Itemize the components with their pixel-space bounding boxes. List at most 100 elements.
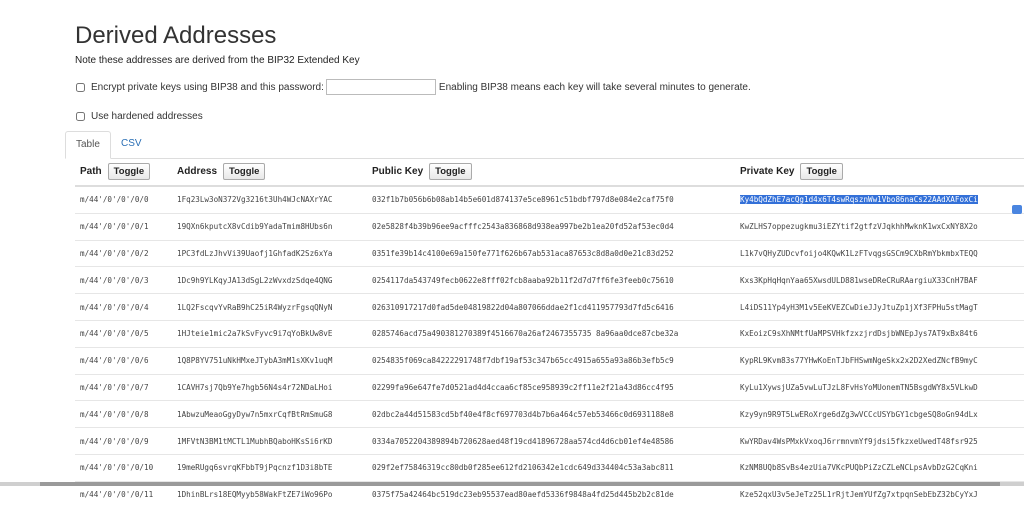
public-key-cell-text: 032f1b7b056b6b08ab14b5e601d874137e5ce896… [372, 195, 674, 205]
address-cell: 1CAVH7sj7Qb9Ye7hgb56N4s4r72NDaLHoi [172, 373, 367, 401]
hardened-checkbox[interactable] [76, 112, 85, 121]
path-cell: m/44'/0'/0'/0/9 [75, 427, 172, 455]
path-cell-text: m/44'/0'/0'/0/0 [80, 195, 149, 205]
table-row: m/44'/0'/0'/0/9 1MFVtN3BM1tMCTL1MubhBQabo… [75, 427, 1024, 455]
public-key-cell: 02e5828f4b39b96ee9acfffc2543a836868d938e… [367, 212, 735, 241]
private-key-cell-text: KwYRDav4WsPMxkVxoqJ6rrmnvmYf9jdsi5fkzxeU… [740, 436, 978, 446]
address-cell: 1LQ2FscqvYvRaB9hC25iR4WyzrFgsqQNyN [172, 293, 367, 321]
table-row: m/44'/0'/0'/0/3 1Dc9h9YLKqyJA13dSgL2zWvxd… [75, 266, 1024, 294]
public-key-cell: 0254117da543749fecb0622e8fff02fcb8aaba92… [367, 266, 735, 294]
path-toggle-button[interactable]: Toggle [107, 163, 151, 180]
public-key-cell-text: 0351fe39b14c4100e69a150fe771f626b67ab531… [372, 248, 674, 258]
page-title: Derived Addresses [75, 22, 277, 49]
path-cell-text: m/44'/0'/0'/0/4 [80, 302, 149, 312]
path-cell-text: m/44'/0'/0'/0/9 [80, 436, 149, 446]
derivation-note: Note these addresses are derived from th… [75, 55, 360, 66]
address-cell: 19meRUgq6svrqKFbbT9jPqcnzf1D3i8bTE [172, 453, 367, 482]
address-cell-text: 1Dc9h9YLKqyJA13dSgL2zWvxdzSdqe4QNG [177, 275, 333, 285]
private-key-cell-text: KzNM8UQb8SvBs4ezUia7VKcPUQbPiZzCZLeNCLps… [740, 463, 978, 473]
path-cell: m/44'/0'/0'/0/2 [75, 239, 172, 267]
private-key-cell-text: Kxs3KpHqHqnYaa65XwsdULD881wseDReCRuRAarg… [740, 275, 978, 285]
private-key-cell: KypRL9Kvm83s77YHwKoEnTJbFHSwmNgeSkx2x2D2… [735, 346, 1024, 375]
table-row: m/44'/0'/0'/0/10 19meRUgq6svrqKFbbT9jPqcn… [75, 453, 1024, 482]
public-key-cell-text: 02299fa96e647fe7d0521ad4d4ccaa6cf85ce958… [372, 382, 674, 392]
path-cell: m/44'/0'/0'/0/8 [75, 400, 172, 428]
path-cell: m/44'/0'/0'/0/4 [75, 293, 172, 321]
path-cell: m/44'/0'/0'/0/0 [75, 185, 172, 214]
public-key-cell-text: 026310917217d0fad5de04819822d04a807066dd… [372, 302, 674, 312]
path-cell-text: m/44'/0'/0'/0/6 [80, 356, 149, 366]
public-key-cell-text: 0254117da543749fecb0622e8fff02fcb8aaba92… [372, 275, 674, 285]
address-cell-text: 1PC3fdLzJhvVi39Uaofj1GhfadK2Sz6xYa [177, 248, 333, 258]
output-tabs: Table CSV [65, 131, 1024, 159]
private-key-cell-text: KxEoizC9sXhNMtfUaMPSVHkfzxzjrdDsjbWNEpJy… [740, 329, 978, 339]
path-cell-text: m/44'/0'/0'/0/1 [80, 222, 149, 232]
private-key-cell-text: Ky4bQdZhE7acQg1d4x6T4swRqsznWw1Vbo86naCs… [740, 195, 978, 205]
bip38-password-input[interactable] [325, 79, 436, 95]
table-row: m/44'/0'/0'/0/4 1LQ2FscqvYvRaB9hC25iR4Wyz… [75, 293, 1024, 321]
address-cell: 1Dc9h9YLKqyJA13dSgL2zWvxdzSdqe4QNG [172, 266, 367, 294]
address-cell: 1MFVtN3BM1tMCTL1MubhBQaboHKsSi6rKD [172, 427, 367, 455]
address-toggle-button[interactable]: Toggle [223, 163, 266, 180]
private-key-header-label: Private Key [740, 166, 795, 177]
hardened-row: Use hardened addresses [75, 111, 203, 122]
public-key-cell-text: 02dbc2a44d51583cd5bf40e4f8cf697703d4b7b6… [372, 409, 674, 419]
public-key-cell: 0351fe39b14c4100e69a150fe771f626b67ab531… [367, 239, 735, 267]
horizontal-scrollbar-thumb[interactable] [40, 482, 1000, 486]
table-row: m/44'/0'/0'/0/0 1Fq23Lw3oN372Vg3216t3Uh4W… [75, 185, 1024, 214]
private-key-cell: KxEoizC9sXhNMtfUaMPSVHkfzxzjrdDsjbWNEpJy… [735, 319, 1024, 348]
public-key-cell: 0254835f069ca84222291748f7dbf19af53c347b… [367, 346, 735, 375]
bip38-row: Encrypt private keys using BIP38 and thi… [75, 79, 751, 95]
address-cell-text: 1DhinBLrs18EQMyyb58WakFtZE7iWo96Po [177, 490, 333, 500]
public-key-cell: 02dbc2a44d51583cd5bf40e4f8cf697703d4b7b6… [367, 400, 735, 428]
public-key-toggle-button[interactable]: Toggle [429, 163, 472, 180]
public-key-cell: 026310917217d0fad5de04819822d04a807066dd… [367, 293, 735, 321]
encrypt-checkbox[interactable] [76, 82, 85, 92]
table-row: m/44'/0'/0'/0/8 1AbwzuMeaoGgyDyw7n5mxrCqf… [75, 400, 1024, 428]
tab-table[interactable]: Table [65, 131, 111, 159]
address-cell: 1PC3fdLzJhvVi39Uaofj1GhfadK2Sz6xYa [172, 239, 367, 267]
public-key-cell: 032f1b7b056b6b08ab14b5e601d874137e5ce896… [367, 185, 735, 214]
path-cell: m/44'/0'/0'/0/10 [75, 453, 172, 482]
private-key-cell-text: KwZLHS7oppezugkmu3iEZYtif2gtfzVJqkhhMwkn… [740, 222, 978, 232]
table-row: m/44'/0'/0'/0/7 1CAVH7sj7Qb9Ye7hgb56N4s4r… [75, 373, 1024, 401]
path-cell-text: m/44'/0'/0'/0/3 [80, 275, 149, 285]
public-key-cell: 029f2ef75846319cc80db0f285ee612fd2106342… [367, 453, 735, 482]
private-key-cell: KzNM8UQb8SvBs4ezUia7VKcPUQbPiZzCZLeNCLps… [735, 453, 1024, 482]
public-key-cell-text: 0254835f069ca84222291748f7dbf19af53c347b… [372, 356, 674, 366]
path-cell-text: m/44'/0'/0'/0/11 [80, 490, 154, 500]
hardened-label: Use hardened addresses [91, 111, 203, 122]
tab-csv[interactable]: CSV [111, 131, 152, 157]
private-key-cell: KwYRDav4WsPMxkVxoqJ6rrmnvmYf9jdsi5fkzxeU… [735, 427, 1024, 455]
private-key-cell: KyLu1XywsjUZa5vwLuTJzL8FvHsYoMUonemTN5Bs… [735, 373, 1024, 401]
table-row: m/44'/0'/0'/0/5 1HJteie1mic2a7kSvFyvc9i7q… [75, 319, 1024, 348]
public-key-cell-text: 0285746acd75a490381270389f4516670a26af24… [372, 329, 679, 339]
path-cell: m/44'/0'/0'/0/6 [75, 346, 172, 375]
private-key-cell-text: L1k7vQHyZUDcvfoijo4KQwK1LzFTvqgsGSCm9CXb… [740, 248, 978, 258]
path-cell: m/44'/0'/0'/0/3 [75, 266, 172, 294]
private-key-cell: KwZLHS7oppezugkmu3iEZYtif2gtfzVJqkhhMwkn… [735, 212, 1024, 241]
address-cell-text: 1AbwzuMeaoGgyDyw7n5mxrCqfBtRmSmuG8 [177, 409, 333, 419]
public-key-cell-text: 0375f75a42464bc519dc23eb95537ead80aefd53… [372, 490, 674, 500]
encrypt-label: Encrypt private keys using BIP38 and thi… [91, 81, 324, 93]
private-key-cell: Ky4bQdZhE7acQg1d4x6T4swRqsznWw1Vbo86naCs… [735, 185, 1024, 214]
selection-handle-icon[interactable] [1012, 205, 1022, 214]
table-row: m/44'/0'/0'/0/1 19QXn6kputcX8vCdib9YadaTm… [75, 212, 1024, 241]
table-header-row: Path Toggle Address Toggle Public Key Toggl… [75, 158, 1024, 187]
table-row: m/44'/0'/0'/0/6 1Q8P8YV751uNkHMxeJTybA3mM… [75, 346, 1024, 375]
public-key-cell-text: 0334a7052204389894b720628aed48f19cd41896… [372, 436, 674, 446]
path-cell-text: m/44'/0'/0'/0/7 [80, 382, 149, 392]
table-body: m/44'/0'/0'/0/0 1Fq23Lw3oN372Vg3216t3Uh4W… [75, 185, 1024, 508]
address-cell-text: 1CAVH7sj7Qb9Ye7hgb56N4s4r72NDaLHoi [177, 382, 333, 392]
address-cell-text: 1Fq23Lw3oN372Vg3216t3Uh4WJcNAXrYAC [177, 195, 333, 205]
path-cell: m/44'/0'/0'/0/1 [75, 212, 172, 241]
private-key-cell: L4iDS11Yp4yH3M1v5EeKVEZCwDieJJyJtuZp1jXf… [735, 293, 1024, 321]
private-key-cell-text: Kzy9yn9R9T5LwERoXrge6dZg3wVCCcUSYbGY1cbg… [740, 409, 978, 419]
public-key-cell: 0285746acd75a490381270389f4516670a26af24… [367, 319, 735, 348]
address-cell: 19QXn6kputcX8vCdib9YadaTmim8HUbs6n [172, 212, 367, 241]
private-key-toggle-button[interactable]: Toggle [800, 163, 843, 180]
path-header-label: Path [80, 166, 102, 177]
address-cell: 1AbwzuMeaoGgyDyw7n5mxrCqfBtRmSmuG8 [172, 400, 367, 428]
path-cell-text: m/44'/0'/0'/0/8 [80, 409, 149, 419]
private-key-cell-text: KyLu1XywsjUZa5vwLuTJzL8FvHsYoMUonemTN5Bs… [740, 382, 978, 392]
